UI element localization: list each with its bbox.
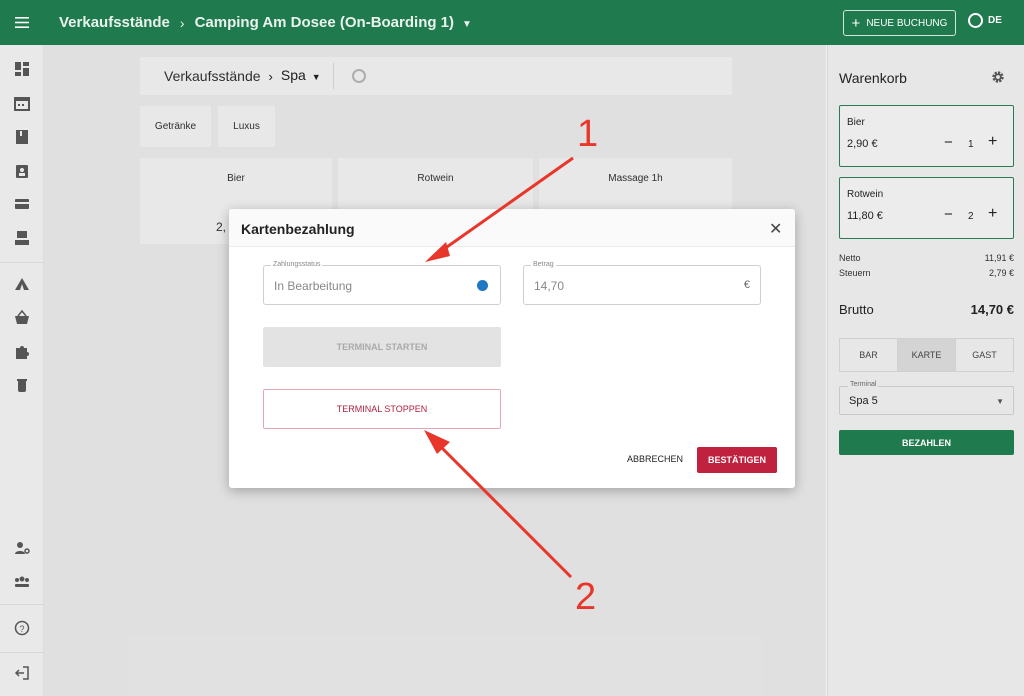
language-selector[interactable]: DE bbox=[968, 13, 1002, 28]
caret-down-icon: ▼ bbox=[462, 19, 472, 30]
credit-card-icon[interactable] bbox=[14, 196, 30, 212]
svg-text:?: ? bbox=[19, 624, 24, 634]
netto-label: Netto bbox=[839, 253, 861, 263]
globe-icon bbox=[968, 13, 983, 28]
caret-down-icon: ▼ bbox=[996, 397, 1004, 406]
cart-panel: Warenkorb Bier 2,90 € − 1 + Rotwein 11,8… bbox=[827, 45, 1024, 696]
payment-status-label: Zahlungsstatus bbox=[271, 261, 323, 268]
tax-value: 2,79 € bbox=[988, 268, 1014, 278]
basket-icon[interactable] bbox=[14, 310, 30, 326]
tax-label: Steuern bbox=[839, 268, 871, 278]
amount-label: Betrag bbox=[531, 261, 556, 268]
rail-divider bbox=[0, 262, 44, 263]
terminal-label: Terminal bbox=[848, 381, 879, 388]
menu-button[interactable] bbox=[0, 0, 44, 45]
tent-icon[interactable] bbox=[14, 276, 30, 292]
amount-value: 14,70 bbox=[534, 279, 565, 293]
tab-card[interactable]: KARTE bbox=[898, 339, 956, 371]
decrease-quantity-button[interactable]: − bbox=[944, 206, 953, 223]
top-app-bar: Verkaufsstände › Camping Am Dosee (On-Bo… bbox=[0, 0, 1024, 45]
dashboard-icon[interactable] bbox=[14, 61, 30, 77]
plus-icon: + bbox=[851, 14, 861, 32]
status-indicator-icon bbox=[477, 280, 488, 291]
cart-item-price: 11,80 € bbox=[847, 210, 883, 222]
topbar-section-link[interactable]: Verkaufsstände bbox=[59, 14, 170, 31]
stop-terminal-button[interactable]: TERMINAL STOPPEN bbox=[263, 389, 501, 429]
terminal-value: Spa 5 bbox=[849, 395, 878, 407]
dialog-title: Kartenbezahlung bbox=[241, 221, 355, 237]
pay-button[interactable]: BEZAHLEN bbox=[839, 430, 1014, 455]
cart-item-name: Bier bbox=[847, 117, 865, 128]
close-icon[interactable]: ✕ bbox=[769, 219, 782, 239]
cart-item-quantity: 2 bbox=[968, 211, 974, 222]
chevron-right-icon: › bbox=[179, 14, 185, 31]
book-icon[interactable] bbox=[14, 129, 30, 145]
side-navigation: ? bbox=[0, 45, 44, 696]
payment-status-field: Zahlungsstatus In Bearbeitung bbox=[263, 261, 501, 305]
puzzle-icon[interactable] bbox=[14, 344, 30, 360]
group-icon[interactable] bbox=[14, 573, 30, 589]
cart-item-name: Rotwein bbox=[847, 189, 884, 200]
new-booking-button[interactable]: + NEUE BUCHUNG bbox=[843, 10, 956, 36]
trash-bin-icon[interactable] bbox=[14, 377, 30, 393]
currency-symbol: € bbox=[743, 279, 750, 291]
increase-quantity-button[interactable]: + bbox=[988, 133, 997, 151]
new-booking-label: NEUE BUCHUNG bbox=[866, 17, 948, 29]
language-code: DE bbox=[988, 15, 1002, 26]
point-of-sale-icon[interactable] bbox=[14, 230, 30, 246]
cart-item-price: 2,90 € bbox=[847, 138, 878, 150]
calendar-icon[interactable] bbox=[14, 95, 30, 111]
payment-method-tabs: BAR KARTE GAST bbox=[839, 338, 1014, 372]
increase-quantity-button[interactable]: + bbox=[988, 205, 997, 223]
cancel-button[interactable]: ABBRECHEN bbox=[627, 454, 683, 464]
terminal-select[interactable]: Terminal Spa 5 ▼ bbox=[839, 381, 1014, 415]
location-name: Camping Am Dosee (On-Boarding 1) bbox=[194, 14, 455, 31]
rail-divider bbox=[0, 604, 44, 605]
brutto-row: Brutto 14,70 € bbox=[839, 295, 1014, 323]
netto-value: 11,91 € bbox=[984, 253, 1014, 263]
cart-item: Bier 2,90 € − 1 + bbox=[839, 105, 1014, 167]
brutto-value: 14,70 € bbox=[970, 301, 1014, 317]
cart-item: Rotwein 11,80 € − 2 + bbox=[839, 177, 1014, 239]
payment-status-value: In Bearbeitung bbox=[274, 279, 353, 293]
cart-totals: Netto 11,91 € Steuern 2,79 € bbox=[839, 253, 1014, 283]
help-icon[interactable]: ? bbox=[14, 620, 30, 636]
hamburger-icon bbox=[15, 17, 29, 28]
annotation-number: 1 bbox=[577, 113, 599, 155]
dialog-header: Kartenbezahlung ✕ bbox=[229, 209, 795, 247]
amount-field[interactable]: Betrag 14,70 € bbox=[523, 261, 761, 305]
tab-guest[interactable]: GAST bbox=[956, 339, 1013, 371]
user-settings-icon[interactable] bbox=[14, 540, 30, 556]
card-payment-dialog: Kartenbezahlung ✕ Zahlungsstatus In Bear… bbox=[229, 209, 795, 488]
tab-cash[interactable]: BAR bbox=[840, 339, 898, 371]
contact-card-icon[interactable] bbox=[14, 163, 30, 179]
location-selector[interactable]: Camping Am Dosee (On-Boarding 1) ▼ bbox=[195, 14, 472, 31]
netto-row: Netto 11,91 € bbox=[839, 253, 1014, 268]
cart-item-quantity: 1 bbox=[968, 139, 974, 150]
cart-title: Warenkorb bbox=[839, 70, 907, 86]
start-terminal-button[interactable]: TERMINAL STARTEN bbox=[263, 327, 501, 367]
decrease-quantity-button[interactable]: − bbox=[944, 134, 953, 151]
rail-divider bbox=[0, 652, 44, 653]
logout-icon[interactable] bbox=[14, 665, 30, 681]
brutto-label: Brutto bbox=[839, 301, 874, 317]
confirm-button[interactable]: BESTÄTIGEN bbox=[697, 447, 777, 473]
gear-icon[interactable] bbox=[991, 70, 1005, 84]
annotation-number: 2 bbox=[575, 576, 597, 618]
tax-row: Steuern 2,79 € bbox=[839, 268, 1014, 283]
